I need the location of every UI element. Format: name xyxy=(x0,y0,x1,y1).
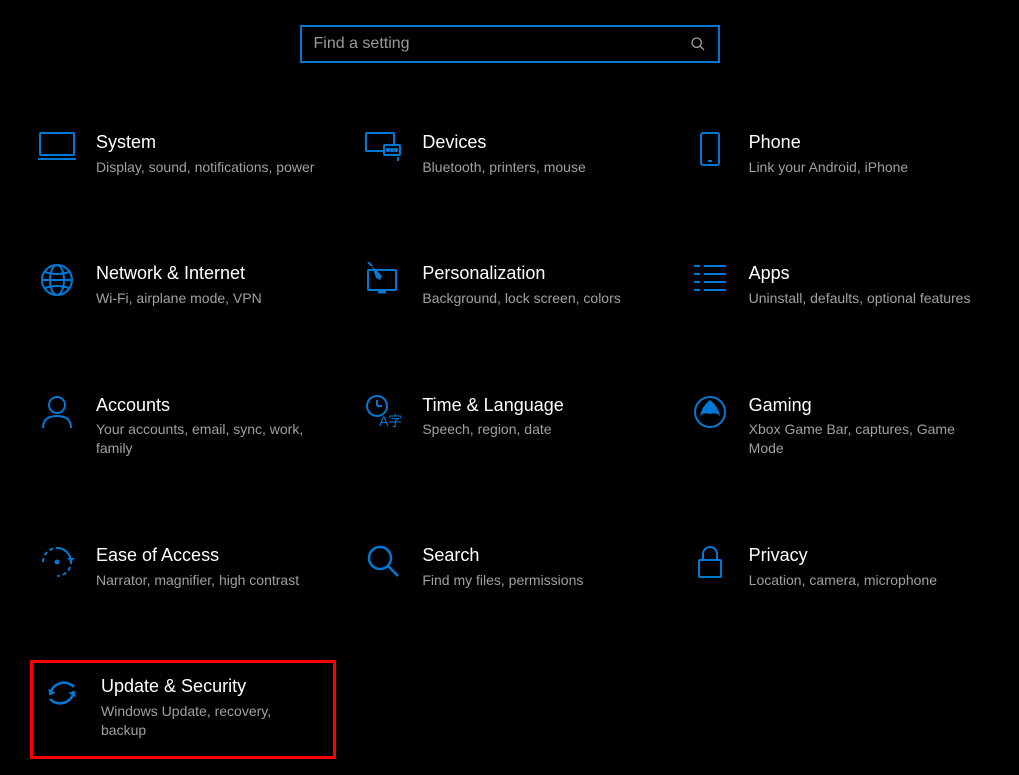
ease-of-access-icon xyxy=(36,544,78,586)
tile-apps[interactable]: Apps Uninstall, defaults, optional featu… xyxy=(683,254,989,315)
tile-desc: Background, lock screen, colors xyxy=(422,289,646,308)
accounts-icon xyxy=(36,394,78,436)
svg-text:A字: A字 xyxy=(379,413,401,429)
search-icon xyxy=(690,36,706,52)
tile-desc: Wi-Fi, airplane mode, VPN xyxy=(96,289,320,308)
tile-desc: Bluetooth, printers, mouse xyxy=(422,158,646,177)
tile-time-language[interactable]: A字 Time & Language Speech, region, date xyxy=(356,386,662,466)
phone-icon xyxy=(689,131,731,173)
tile-update-security[interactable]: Update & Security Windows Update, recove… xyxy=(30,660,336,758)
tile-gaming[interactable]: Gaming Xbox Game Bar, captures, Game Mod… xyxy=(683,386,989,466)
update-security-icon xyxy=(41,675,83,717)
tile-desc: Find my files, permissions xyxy=(422,571,646,590)
tile-desc: Speech, region, date xyxy=(422,420,646,439)
tile-accounts[interactable]: Accounts Your accounts, email, sync, wor… xyxy=(30,386,336,466)
tile-title: Apps xyxy=(749,262,973,285)
apps-icon xyxy=(689,262,731,304)
tile-title: Phone xyxy=(749,131,973,154)
tile-title: Accounts xyxy=(96,394,320,417)
tile-title: Network & Internet xyxy=(96,262,320,285)
tile-desc: Link your Android, iPhone xyxy=(749,158,973,177)
tile-title: Search xyxy=(422,544,646,567)
tile-phone[interactable]: Phone Link your Android, iPhone xyxy=(683,123,989,184)
search-input[interactable] xyxy=(314,35,690,53)
tile-devices[interactable]: Devices Bluetooth, printers, mouse xyxy=(356,123,662,184)
time-language-icon: A字 xyxy=(362,394,404,436)
gaming-icon xyxy=(689,394,731,436)
tile-desc: Uninstall, defaults, optional features xyxy=(749,289,973,308)
tile-title: Update & Security xyxy=(101,675,315,698)
personalization-icon xyxy=(362,262,404,304)
tile-desc: Display, sound, notifications, power xyxy=(96,158,320,177)
tile-title: Personalization xyxy=(422,262,646,285)
tile-title: System xyxy=(96,131,320,154)
tile-system[interactable]: System Display, sound, notifications, po… xyxy=(30,123,336,184)
tile-desc: Location, camera, microphone xyxy=(749,571,973,590)
globe-icon xyxy=(36,262,78,304)
tile-title: Gaming xyxy=(749,394,973,417)
tile-desc: Windows Update, recovery, backup xyxy=(101,702,315,740)
tile-desc: Narrator, magnifier, high contrast xyxy=(96,571,320,590)
tile-network[interactable]: Network & Internet Wi-Fi, airplane mode,… xyxy=(30,254,336,315)
devices-icon xyxy=(362,131,404,173)
search-wrap xyxy=(0,0,1019,123)
tile-search[interactable]: Search Find my files, permissions xyxy=(356,536,662,597)
tile-title: Ease of Access xyxy=(96,544,320,567)
tile-desc: Your accounts, email, sync, work, family xyxy=(96,420,320,458)
privacy-icon xyxy=(689,544,731,586)
tile-ease-of-access[interactable]: Ease of Access Narrator, magnifier, high… xyxy=(30,536,336,597)
system-icon xyxy=(36,131,78,173)
tile-desc: Xbox Game Bar, captures, Game Mode xyxy=(749,420,973,458)
tile-title: Devices xyxy=(422,131,646,154)
search-category-icon xyxy=(362,544,404,586)
settings-grid: System Display, sound, notifications, po… xyxy=(0,123,1019,759)
tile-privacy[interactable]: Privacy Location, camera, microphone xyxy=(683,536,989,597)
tile-title: Privacy xyxy=(749,544,973,567)
tile-personalization[interactable]: Personalization Background, lock screen,… xyxy=(356,254,662,315)
tile-title: Time & Language xyxy=(422,394,646,417)
search-box[interactable] xyxy=(300,25,720,63)
